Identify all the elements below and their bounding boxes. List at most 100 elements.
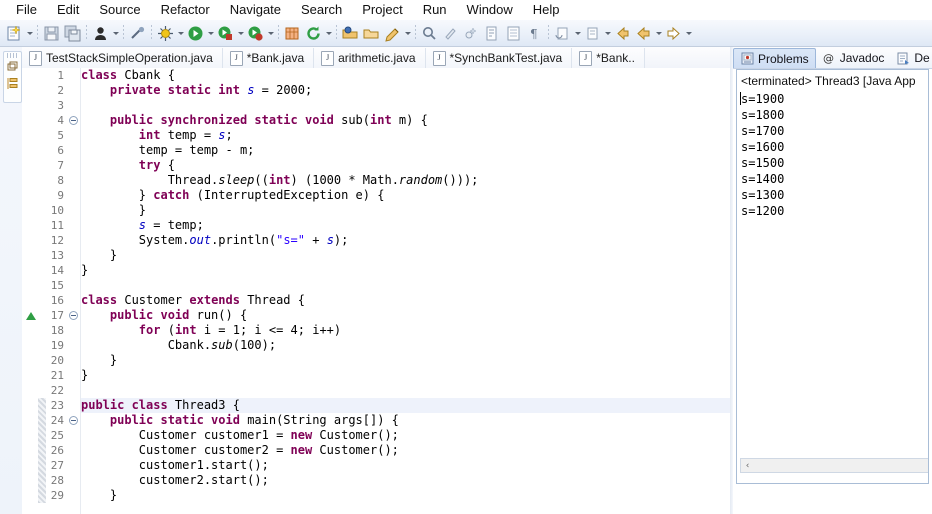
open-resource-dropdown[interactable] xyxy=(403,23,412,44)
next-edit-dropdown[interactable] xyxy=(603,23,612,44)
code-line[interactable]: Cbank.sub(100); xyxy=(81,338,732,353)
warning-marker-icon[interactable] xyxy=(26,312,36,320)
refresh-icon[interactable] xyxy=(303,23,324,44)
search-icon[interactable] xyxy=(419,23,440,44)
editor-tab-teststacksimpleoperation[interactable]: J TestStackSimpleOperation.java xyxy=(22,48,223,68)
code-line[interactable]: for (int i = 1; i <= 4; i++) xyxy=(81,323,732,338)
toggle-mark-occurrences-icon[interactable] xyxy=(482,23,503,44)
folding-gutter[interactable] xyxy=(68,68,81,514)
new-wizard-dropdown[interactable] xyxy=(25,23,34,44)
line-number: 20 xyxy=(50,354,64,367)
code-line[interactable]: } xyxy=(81,248,732,263)
debug-icon[interactable] xyxy=(155,23,176,44)
forward-dropdown[interactable] xyxy=(684,23,693,44)
forward-icon[interactable] xyxy=(663,23,684,44)
refresh-dropdown[interactable] xyxy=(324,23,333,44)
open-task-icon[interactable] xyxy=(361,23,382,44)
coverage-dropdown[interactable] xyxy=(266,23,275,44)
editor-tab-bank-2[interactable]: J *Bank.. xyxy=(572,48,645,68)
code-line[interactable]: class Customer extends Thread { xyxy=(81,293,732,308)
open-resource-icon[interactable] xyxy=(382,23,403,44)
code-line[interactable] xyxy=(81,98,732,113)
code-line[interactable]: public class Thread3 { xyxy=(81,398,732,413)
menu-refactor[interactable]: Refactor xyxy=(151,1,220,19)
code-line[interactable]: } xyxy=(81,353,732,368)
coverage-icon[interactable] xyxy=(245,23,266,44)
code-line[interactable]: try { xyxy=(81,158,732,173)
menu-run[interactable]: Run xyxy=(413,1,457,19)
run-dropdown[interactable] xyxy=(206,23,215,44)
annotation-icon[interactable] xyxy=(440,23,461,44)
run-external-tools-icon[interactable] xyxy=(215,23,236,44)
code-line[interactable]: customer2.start(); xyxy=(81,473,732,488)
code-line[interactable]: public void run() { xyxy=(81,308,732,323)
code-line[interactable]: s = temp; xyxy=(81,218,732,233)
editor-tab-synchbanktest[interactable]: J *SynchBankTest.java xyxy=(425,48,573,68)
menu-project[interactable]: Project xyxy=(352,1,412,19)
next-edit-icon[interactable] xyxy=(582,23,603,44)
save-all-icon[interactable] xyxy=(62,23,83,44)
code-line[interactable]: } xyxy=(81,488,732,503)
code-line[interactable]: Customer customer1 = new Customer(); xyxy=(81,428,732,443)
view-tab-problems[interactable]: Problems xyxy=(733,48,816,68)
annotation-gutter[interactable] xyxy=(22,68,38,514)
menu-source[interactable]: Source xyxy=(89,1,150,19)
person-dropdown[interactable] xyxy=(111,23,120,44)
menu-search[interactable]: Search xyxy=(291,1,352,19)
console-horizontal-scrollbar[interactable]: ‹ xyxy=(740,458,928,473)
code-line[interactable]: Thread.sleep((int) (1000 * Math.random()… xyxy=(81,173,732,188)
console-panel[interactable]: <terminated> Thread3 [Java App s=1900 s=1… xyxy=(736,69,929,484)
save-icon[interactable] xyxy=(41,23,62,44)
show-whitespace-icon[interactable] xyxy=(503,23,524,44)
previous-edit-icon[interactable] xyxy=(552,23,573,44)
code-line[interactable]: class Cbank { xyxy=(81,68,732,83)
view-tab-declaration[interactable]: De xyxy=(890,48,932,68)
outline-view-icon[interactable] xyxy=(5,75,20,92)
editor-tab-arithmetic[interactable]: Jarithmetic.java xyxy=(314,48,426,68)
person-icon[interactable] xyxy=(90,23,111,44)
code-line[interactable]: System.out.println("s=" + s); xyxy=(81,233,732,248)
code-line[interactable]: } xyxy=(81,263,732,278)
console-output[interactable]: s=1900 s=1800 s=1700 s=1600 s=1500 s=1400 s=13… xyxy=(737,91,928,219)
previous-edit-dropdown[interactable] xyxy=(573,23,582,44)
menu-file[interactable]: File xyxy=(6,1,47,19)
editor-text-area[interactable]: 1 2 3 4 5 6 7 8 9 10 11 12 13 14 15 16 17 18 19 20 21 22 23 24 2… xyxy=(22,68,732,514)
back-icon[interactable] xyxy=(633,23,654,44)
restore-view-icon[interactable] xyxy=(5,58,20,75)
debug-dropdown[interactable] xyxy=(176,23,185,44)
new-java-project-icon[interactable] xyxy=(282,23,303,44)
code-line[interactable]: int temp = s; xyxy=(81,128,732,143)
menu-help[interactable]: Help xyxy=(523,1,570,19)
code-line[interactable]: } catch (InterruptedException e) { xyxy=(81,188,732,203)
minimized-view-stack[interactable] xyxy=(3,51,22,103)
code-line[interactable]: public static void main(String args[]) { xyxy=(81,413,732,428)
scroll-left-arrow[interactable]: ‹ xyxy=(741,459,754,472)
fold-collapse-icon[interactable] xyxy=(69,416,78,425)
code-line[interactable]: } xyxy=(81,368,732,383)
menu-window[interactable]: Window xyxy=(457,1,523,19)
new-wizard-icon[interactable] xyxy=(4,23,25,44)
fold-collapse-icon[interactable] xyxy=(69,116,78,125)
source-code[interactable]: class Cbank { private static int s = 200… xyxy=(81,68,732,514)
code-line[interactable]: } xyxy=(81,203,732,218)
code-line-text: } xyxy=(81,248,118,262)
code-line[interactable]: temp = temp - m; xyxy=(81,143,732,158)
editor-tab-bank[interactable]: J *Bank.java xyxy=(222,48,315,68)
code-line[interactable] xyxy=(81,383,732,398)
menu-navigate[interactable]: Navigate xyxy=(220,1,291,19)
code-line[interactable]: private static int s = 2000; xyxy=(81,83,732,98)
run-icon[interactable] xyxy=(185,23,206,44)
run-external-dropdown[interactable] xyxy=(236,23,245,44)
back-history-icon[interactable] xyxy=(612,23,633,44)
skip-breakpoints-icon[interactable] xyxy=(127,23,148,44)
next-annotation-icon[interactable] xyxy=(461,23,482,44)
back-dropdown[interactable] xyxy=(654,23,663,44)
menu-edit[interactable]: Edit xyxy=(47,1,89,19)
code-line[interactable]: public synchronized static void sub(int … xyxy=(81,113,732,128)
fold-collapse-icon[interactable] xyxy=(69,311,78,320)
code-line[interactable]: customer1.start(); xyxy=(81,458,732,473)
view-tab-javadoc[interactable]: @ Javadoc xyxy=(816,48,891,68)
open-type-icon[interactable] xyxy=(340,23,361,44)
code-line[interactable] xyxy=(81,278,732,293)
code-line[interactable]: Customer customer2 = new Customer(); xyxy=(81,443,732,458)
